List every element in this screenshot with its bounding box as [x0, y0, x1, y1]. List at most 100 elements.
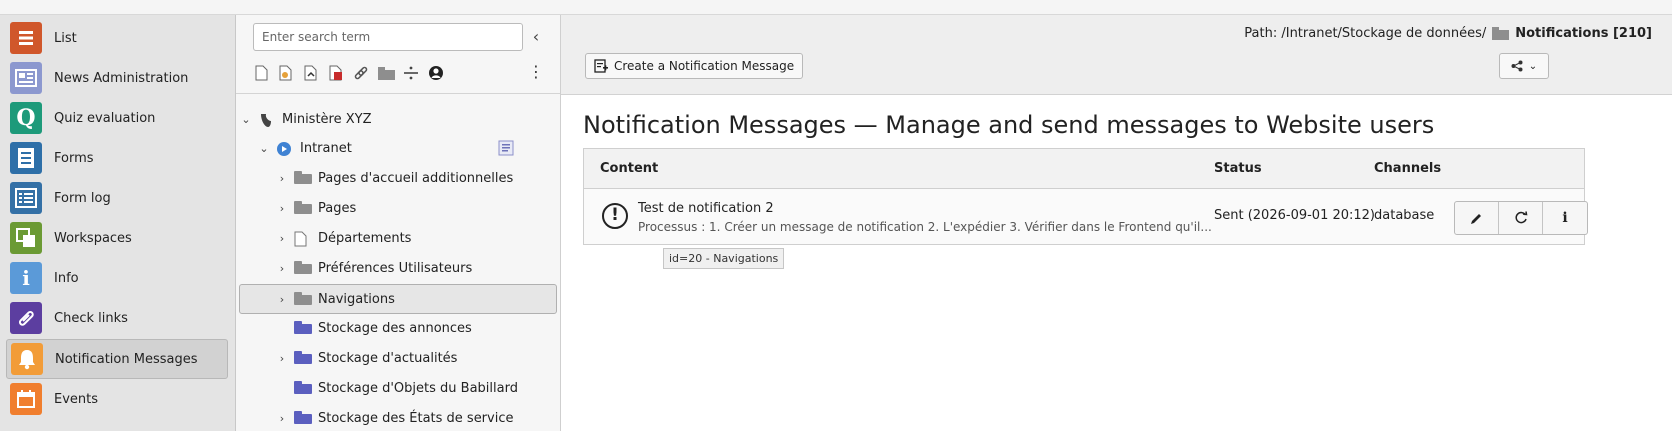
chevron-right-icon[interactable]: › [274, 172, 290, 185]
column-header-content: Content [600, 161, 659, 176]
bell-icon [11, 343, 43, 375]
module-item-label: Forms [54, 150, 94, 166]
module-item-news-administration[interactable]: News Administration [6, 58, 228, 98]
column-header-status: Status [1214, 161, 1262, 176]
notification-table: Content Status Channels ! Test de notifi… [583, 148, 1588, 245]
tree-search-input[interactable] [253, 23, 523, 51]
grey-folder-icon [294, 171, 312, 185]
grey-folder-icon [294, 261, 312, 275]
link-icon[interactable] [352, 64, 370, 82]
chevron-right-icon[interactable]: › [274, 202, 290, 215]
tree-node-stockage-actualites[interactable]: › Stockage d'actualités [274, 343, 458, 373]
module-item-label: List [54, 30, 77, 46]
tree-separator [236, 93, 560, 94]
tree-node-ministere[interactable]: ⌄ Ministère XYZ [238, 104, 372, 134]
new-page-icon[interactable] [252, 64, 270, 82]
chevron-right-icon[interactable]: › [274, 232, 290, 245]
tree-node-label: Préférences Utilisateurs [318, 260, 473, 276]
collapse-tree-icon[interactable]: ‹ [526, 27, 546, 47]
table-row[interactable]: ! Test de notification 2 Processus : 1. … [584, 189, 1588, 244]
page-icon [294, 231, 312, 247]
tree-node-departements[interactable]: › Départements [274, 223, 411, 253]
chevron-right-icon[interactable]: › [274, 412, 290, 425]
module-item-label: Form log [54, 190, 111, 206]
message-description: Processus : 1. Créer un message de notif… [638, 220, 1212, 234]
module-item-info[interactable]: i Info [6, 258, 228, 298]
tree-node-stockage-annonces[interactable]: Stockage des annonces [274, 313, 472, 343]
module-item-quiz-evaluation[interactable]: Q Quiz evaluation [6, 98, 228, 138]
tree-node-preferences[interactable]: › Préférences Utilisateurs [274, 253, 472, 283]
edit-icon[interactable] [1455, 202, 1499, 234]
chevron-down-icon: ⌄ [1528, 60, 1538, 72]
module-item-label: News Administration [54, 70, 189, 86]
exclamation-icon: ! [602, 203, 628, 229]
new-page-after-icon[interactable] [302, 64, 320, 82]
page-tree-panel: ‹ ⋮ ⌄ Ministère XYZ ⌄ Intranet › Pages d… [236, 15, 561, 431]
tree-node-label: Stockage d'Objets du Babillard [318, 380, 518, 396]
tree-node-pages-accueil[interactable]: › Pages d'accueil additionnelles [274, 163, 513, 193]
tree-node-label: Stockage des États de service [318, 410, 514, 426]
folder-icon [1492, 27, 1510, 40]
resend-icon[interactable] [1499, 202, 1543, 234]
module-item-label: Check links [54, 310, 128, 326]
globe-icon [276, 141, 294, 156]
module-item-forms[interactable]: Forms [6, 138, 228, 178]
chevron-down-icon[interactable]: ⌄ [238, 113, 254, 126]
blue-folder-icon [294, 381, 312, 395]
list-icon [10, 22, 42, 54]
calendar-icon [10, 383, 42, 415]
module-item-label: Notification Messages [55, 351, 198, 367]
new-page-inside-icon[interactable] [277, 64, 295, 82]
chevron-right-icon[interactable]: › [274, 352, 290, 365]
share-button[interactable]: ⌄ [1499, 53, 1549, 79]
blue-folder-icon [294, 351, 312, 365]
tree-node-navigations[interactable]: › Navigations [239, 284, 557, 314]
check-links-icon [10, 302, 42, 334]
column-header-channels: Channels [1374, 161, 1442, 176]
backend-user-icon[interactable] [427, 64, 445, 82]
module-item-label: Events [54, 391, 99, 407]
folder-icon[interactable] [377, 64, 395, 82]
module-item-form-log[interactable]: Form log [6, 178, 228, 218]
path-current: Notifications [210] [1515, 26, 1652, 41]
share-icon [1511, 60, 1523, 72]
page-info-icon[interactable] [498, 140, 514, 160]
main-content: Path: /Intranet/Stockage de données/ Not… [561, 15, 1672, 431]
message-title: Test de notification 2 [638, 201, 774, 216]
breadcrumb: Path: /Intranet/Stockage de données/ Not… [1244, 26, 1652, 41]
top-bar [0, 0, 1672, 15]
module-item-list[interactable]: List [6, 18, 228, 58]
tree-node-intranet[interactable]: ⌄ Intranet [256, 133, 548, 163]
page-title: Notification Messages — Manage and send … [583, 111, 1435, 139]
info-icon[interactable]: i [1543, 202, 1587, 234]
chevron-right-icon[interactable]: › [274, 293, 290, 306]
module-item-check-links[interactable]: Check links [6, 298, 228, 338]
module-item-workspaces[interactable]: Workspaces [6, 218, 228, 258]
module-item-label: Workspaces [54, 230, 132, 246]
divider-icon[interactable] [402, 64, 420, 82]
workspaces-icon [10, 222, 42, 254]
delete-page-icon[interactable] [327, 64, 345, 82]
module-item-label: Quiz evaluation [54, 110, 156, 126]
create-notification-button[interactable]: Create a Notification Message [585, 53, 804, 79]
new-record-icon [594, 59, 608, 73]
module-item-label: Info [54, 270, 79, 286]
chevron-right-icon[interactable]: › [274, 262, 290, 275]
grey-folder-icon [294, 201, 312, 215]
form-log-icon [10, 182, 42, 214]
module-item-events[interactable]: Events [6, 379, 228, 419]
chevron-down-icon[interactable]: ⌄ [256, 142, 272, 155]
tree-node-stockage-babillard[interactable]: Stockage d'Objets du Babillard [274, 373, 518, 403]
table-header: Content Status Channels [584, 149, 1584, 189]
tree-node-stockage-etats[interactable]: › Stockage des États de service [274, 403, 514, 431]
news-icon [10, 62, 42, 94]
info-icon: i [10, 262, 42, 294]
module-item-notification-messages[interactable]: Notification Messages [6, 339, 228, 379]
tree-more-menu-icon[interactable]: ⋮ [526, 62, 546, 84]
create-button-label: Create a Notification Message [614, 59, 795, 73]
message-channels: database [1374, 208, 1435, 223]
grey-folder-icon [294, 292, 312, 306]
tree-node-label: Départements [318, 230, 412, 246]
quiz-icon: Q [10, 102, 42, 134]
tree-node-pages[interactable]: › Pages [274, 193, 356, 223]
